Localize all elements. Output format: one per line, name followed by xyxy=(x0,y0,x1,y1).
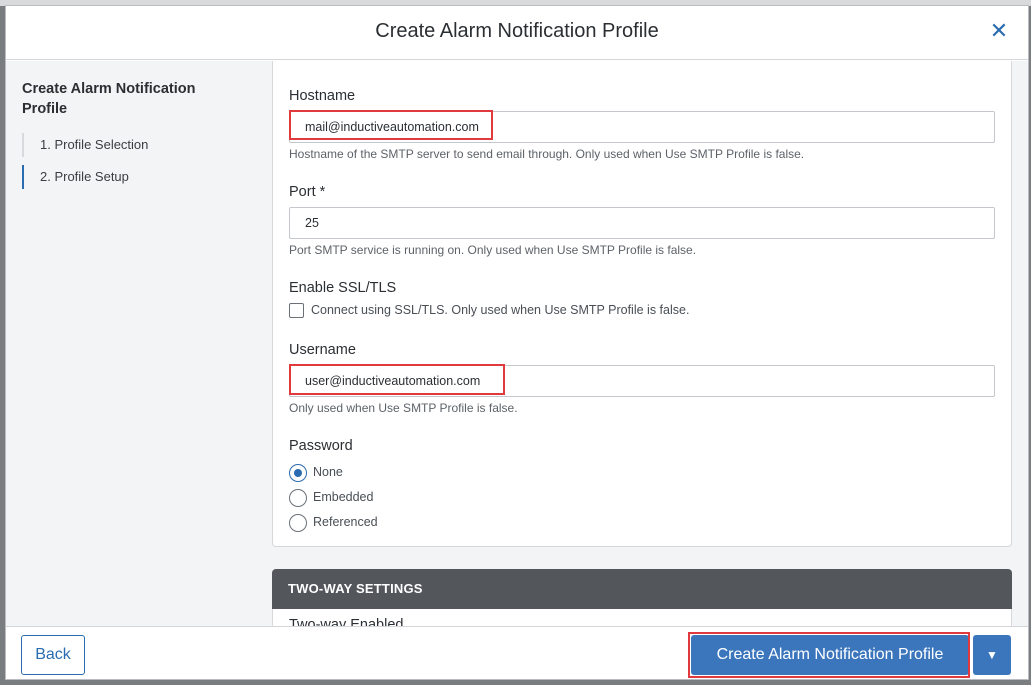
ssl-checkbox-label: Connect using SSL/TLS. Only used when Us… xyxy=(311,303,690,317)
ssl-label: Enable SSL/TLS xyxy=(289,280,397,296)
two-way-enabled-label: Two-way Enabled xyxy=(289,617,404,626)
sidebar-title: Create Alarm Notification Profile xyxy=(22,81,196,117)
username-hint: Only used when Use SMTP Profile is false… xyxy=(289,401,518,415)
username-label: Username xyxy=(289,342,356,358)
close-icon[interactable]: ✕ xyxy=(988,20,1010,42)
dialog-header: Create Alarm Notification Profile ✕ xyxy=(6,6,1028,60)
step-profile-selection[interactable]: 1. Profile Selection xyxy=(22,133,242,157)
hostname-label: Hostname xyxy=(289,88,356,104)
password-option-none-label: None xyxy=(313,465,343,479)
username-input[interactable]: user@inductiveautomation.com xyxy=(289,365,995,397)
password-radio-embedded[interactable] xyxy=(289,489,307,507)
smtp-settings-card: Hostname mail@inductiveautomation.com Ho… xyxy=(272,61,1012,547)
create-profile-button[interactable]: Create Alarm Notification Profile xyxy=(691,635,969,675)
port-input[interactable]: 25 xyxy=(289,207,995,239)
port-label: Port * xyxy=(289,184,326,200)
dialog-footer: Back Create Alarm Notification Profile ▼ xyxy=(6,626,1028,679)
password-option-embedded-label: Embedded xyxy=(313,490,374,504)
password-option-referenced-label: Referenced xyxy=(313,515,378,529)
ssl-checkbox[interactable] xyxy=(289,303,304,318)
back-button[interactable]: Back xyxy=(21,635,85,675)
step-profile-setup[interactable]: 2. Profile Setup xyxy=(22,165,242,189)
two-way-settings-header[interactable]: TWO-WAY SETTINGS xyxy=(272,569,1012,609)
port-hint: Port SMTP service is running on. Only us… xyxy=(289,243,697,257)
hostname-input[interactable]: mail@inductiveautomation.com xyxy=(289,111,995,143)
create-profile-dialog: Create Alarm Notification Profile ✕ Crea… xyxy=(5,5,1029,680)
password-radio-none[interactable] xyxy=(289,464,307,482)
wizard-sidebar: Create Alarm Notification Profile 1. Pro… xyxy=(6,61,266,626)
password-label: Password xyxy=(289,438,353,454)
password-radio-referenced[interactable] xyxy=(289,514,307,532)
hostname-hint: Hostname of the SMTP server to send emai… xyxy=(289,147,805,161)
caret-down-icon[interactable]: ▼ xyxy=(973,635,1011,675)
form-content: Hostname mail@inductiveautomation.com Ho… xyxy=(266,61,1028,626)
two-way-settings-body: Two-way Enabled xyxy=(272,609,1012,626)
two-way-settings-title: TWO-WAY SETTINGS xyxy=(288,581,423,596)
dialog-title: Create Alarm Notification Profile xyxy=(375,20,659,42)
